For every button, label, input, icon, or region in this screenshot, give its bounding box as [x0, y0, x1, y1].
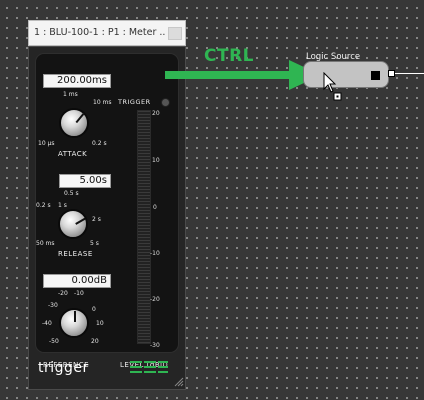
- meter-tick: -30: [150, 342, 160, 349]
- reference-scale-minus10: -10: [74, 290, 84, 297]
- reference-scale-0: 0: [92, 306, 96, 313]
- release-value-field[interactable]: 5.00s: [59, 174, 111, 188]
- meter-window[interactable]: 1 : BLU-100-1 : P1 : Meter ... 200.00ms …: [28, 20, 186, 390]
- meter-tick: 0: [153, 204, 157, 211]
- meter-panel: 200.00ms 1 ms 10 ms 10 µs 0.2 s ATTACK 5…: [28, 46, 186, 390]
- attack-value-field[interactable]: 200.00ms: [43, 74, 111, 88]
- reference-scale-minus40: -40: [42, 320, 52, 327]
- attack-scale-10us: 10 µs: [38, 140, 55, 147]
- attack-scale-1ms: 1 ms: [63, 91, 78, 98]
- level-meter: [137, 110, 151, 344]
- reference-scale-minus50: -50: [49, 338, 59, 345]
- release-scale-1s: 1 s: [58, 202, 67, 209]
- reference-scale-minus20: -20: [58, 290, 68, 297]
- knob-indicator: [75, 113, 85, 124]
- attack-caption: ATTACK: [58, 150, 88, 158]
- trigger-led: [161, 98, 170, 107]
- knob-indicator: [75, 217, 86, 225]
- reference-value-field[interactable]: 0.00dB: [43, 274, 111, 288]
- reference-scale-20: 20: [91, 338, 99, 345]
- release-caption: RELEASE: [58, 250, 93, 258]
- release-knob[interactable]: [58, 209, 88, 239]
- reference-scale-10: 10: [96, 320, 104, 327]
- brand-label: trigger: [38, 360, 89, 376]
- meter-tick: 10: [152, 157, 160, 164]
- meter-tick: 20: [152, 110, 160, 117]
- meter-tick: -10: [150, 250, 160, 257]
- reference-scale-minus30: -30: [48, 302, 58, 309]
- cursor-icon: [323, 72, 342, 101]
- logic-output-indicator: [371, 71, 380, 80]
- window-titlebar[interactable]: 1 : BLU-100-1 : P1 : Meter ...: [28, 20, 186, 46]
- arrow-icon: [165, 60, 321, 90]
- release-scale-2s: 2 s: [92, 216, 101, 223]
- release-scale-0.2s: 0.2 s: [36, 202, 51, 209]
- release-scale-50ms: 50 ms: [36, 240, 55, 247]
- controls-area: 200.00ms 1 ms 10 ms 10 µs 0.2 s ATTACK 5…: [35, 53, 179, 353]
- resize-grip-icon[interactable]: [174, 377, 184, 387]
- meter-tick: -20: [150, 296, 160, 303]
- output-pin[interactable]: [388, 70, 395, 77]
- close-icon[interactable]: [168, 27, 182, 40]
- attack-scale-10ms: 10 ms: [93, 99, 112, 106]
- output-wire[interactable]: [395, 73, 424, 74]
- logic-source-block[interactable]: [303, 61, 389, 88]
- bss-logo-icon: [130, 361, 168, 373]
- trigger-label: TRIGGER: [118, 98, 151, 106]
- knob-indicator: [74, 311, 76, 322]
- release-scale-5s: 5 s: [90, 240, 99, 247]
- attack-scale-0.2s: 0.2 s: [92, 140, 107, 147]
- release-scale-0.5s: 0.5 s: [64, 190, 79, 197]
- window-title: 1 : BLU-100-1 : P1 : Meter ...: [34, 27, 166, 38]
- reference-knob[interactable]: [59, 308, 89, 338]
- attack-knob[interactable]: [59, 108, 89, 138]
